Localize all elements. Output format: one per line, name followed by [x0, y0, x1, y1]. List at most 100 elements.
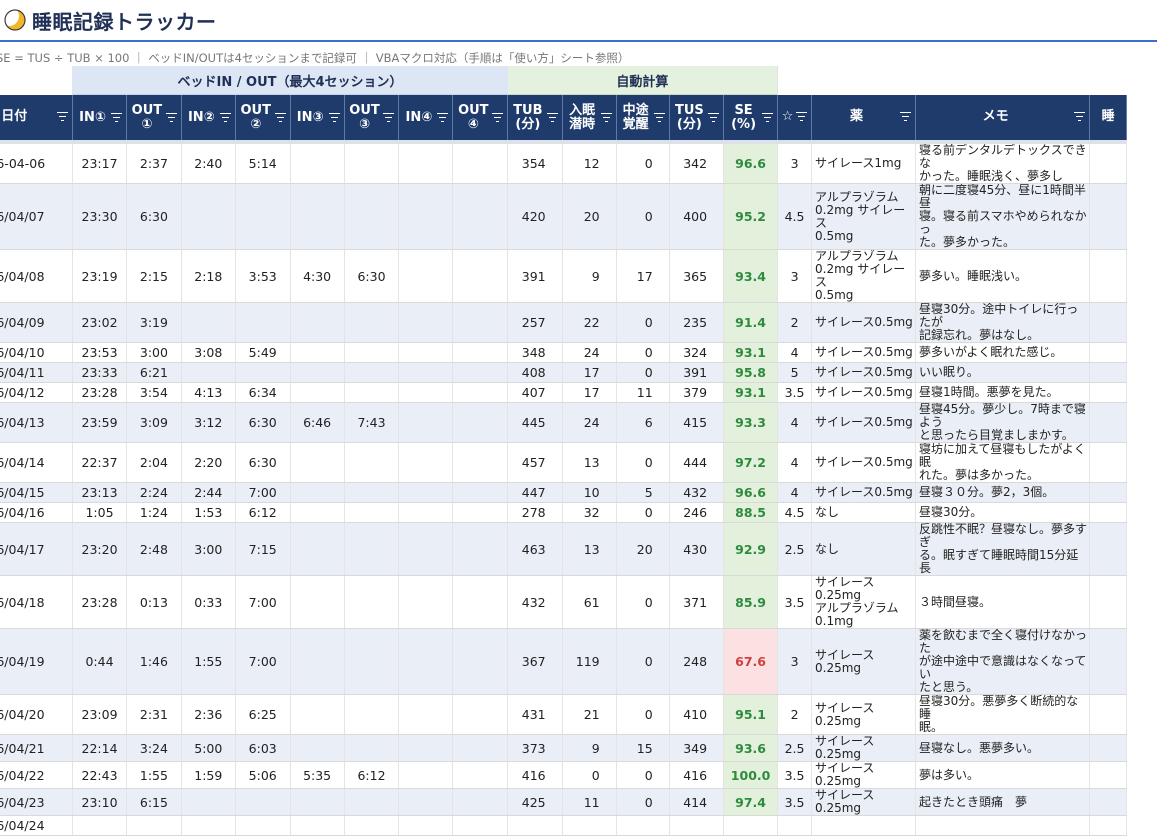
cell-in1[interactable]: 23:33	[72, 362, 128, 383]
column-header-date[interactable]: 日付	[0, 94, 73, 140]
cell-in3[interactable]	[290, 628, 345, 695]
cell-date[interactable]: 2026/04/17	[0, 522, 73, 576]
cell-in3[interactable]	[290, 788, 345, 816]
cell-memo[interactable]	[915, 815, 1091, 836]
cell-in4[interactable]	[398, 144, 454, 184]
cell-in3[interactable]	[290, 694, 345, 735]
cell-out2[interactable]: 5:49	[235, 342, 291, 363]
cell-in1[interactable]: 23:59	[72, 402, 128, 443]
cell-out2[interactable]: 6:34	[235, 382, 291, 403]
cell-out3[interactable]	[344, 628, 400, 695]
cell-in3[interactable]	[290, 183, 345, 250]
cell-drug[interactable]	[811, 815, 916, 836]
cell-se[interactable]: 85.9	[723, 575, 779, 629]
cell-tus[interactable]: 371	[669, 575, 725, 629]
cell-in3[interactable]	[290, 362, 345, 383]
cell-tus[interactable]: 349	[669, 734, 725, 762]
cell-out2[interactable]: 6:25	[235, 694, 291, 735]
cell-se[interactable]: 88.5	[723, 502, 779, 523]
cell-tub[interactable]: 463	[507, 522, 563, 576]
cell-latency[interactable]: 61	[562, 575, 617, 629]
cell-date[interactable]: 2026/04/15	[0, 482, 73, 503]
cell-extra[interactable]	[1089, 402, 1127, 443]
cell-in4[interactable]	[398, 382, 454, 403]
cell-memo[interactable]: 昼寝30分。途中トイレに行ったが 記録忘れ。夢はなし。	[915, 302, 1091, 343]
cell-out3[interactable]	[344, 575, 400, 629]
cell-extra[interactable]	[1089, 815, 1127, 836]
cell-in3[interactable]	[290, 442, 345, 483]
cell-in4[interactable]	[398, 628, 454, 695]
cell-in1[interactable]: 22:14	[72, 734, 128, 762]
cell-memo[interactable]: 昼寝30分。	[915, 502, 1091, 523]
cell-tus[interactable]: 391	[669, 362, 725, 383]
cell-memo[interactable]: いい眠り。	[915, 362, 1091, 383]
cell-in2[interactable]	[181, 302, 236, 343]
cell-tus[interactable]	[669, 815, 725, 836]
cell-date[interactable]: 2026/04/08	[0, 249, 73, 303]
cell-drug[interactable]: サイレース0.5mg	[811, 402, 916, 443]
cell-in3[interactable]	[290, 815, 345, 836]
cell-tub[interactable]: 354	[507, 144, 563, 184]
cell-star[interactable]: 4	[777, 482, 812, 503]
cell-latency[interactable]: 32	[562, 502, 617, 523]
cell-in4[interactable]	[398, 302, 454, 343]
cell-out3[interactable]	[344, 183, 400, 250]
cell-drug[interactable]: サイレース0.25mg アルプラゾラム 0.1mg	[811, 575, 916, 629]
cell-in2[interactable]: 2:18	[181, 249, 236, 303]
cell-drug[interactable]: サイレース0.5mg	[811, 362, 916, 383]
cell-date[interactable]: 2026/04/21	[0, 734, 73, 762]
cell-in1[interactable]: 23:28	[72, 382, 128, 403]
cell-out3[interactable]: 6:30	[344, 249, 400, 303]
filter-icon[interactable]	[219, 112, 231, 123]
cell-out3[interactable]	[344, 815, 400, 836]
cell-out2[interactable]: 6:12	[235, 502, 291, 523]
cell-tus[interactable]: 400	[669, 183, 725, 250]
cell-out4[interactable]	[452, 442, 509, 483]
cell-out3[interactable]	[344, 382, 400, 403]
cell-out1[interactable]: 1:46	[126, 628, 182, 695]
cell-out1[interactable]: 1:55	[126, 761, 182, 789]
cell-waso[interactable]: 0	[616, 342, 670, 363]
cell-waso[interactable]: 0	[616, 761, 670, 789]
cell-in3[interactable]: 4:30	[290, 249, 345, 303]
cell-out4[interactable]	[452, 628, 509, 695]
cell-extra[interactable]	[1089, 734, 1127, 762]
cell-out2[interactable]	[235, 815, 291, 836]
cell-date[interactable]: 2026/04/14	[0, 442, 73, 483]
cell-in1[interactable]: 22:37	[72, 442, 128, 483]
cell-waso[interactable]: 11	[616, 382, 670, 403]
cell-extra[interactable]	[1089, 761, 1127, 789]
cell-extra[interactable]	[1089, 788, 1127, 816]
cell-out2[interactable]	[235, 362, 291, 383]
column-header-in2[interactable]: IN②	[181, 94, 236, 140]
cell-out1[interactable]: 2:31	[126, 694, 182, 735]
cell-in1[interactable]: 23:13	[72, 482, 128, 503]
cell-memo[interactable]: 寝坊に加えて昼寝もしたがよく眠 れた。夢は多かった。	[915, 442, 1091, 483]
cell-tus[interactable]: 248	[669, 628, 725, 695]
cell-latency[interactable]: 21	[562, 694, 617, 735]
cell-star[interactable]: 3.5	[777, 761, 812, 789]
cell-se[interactable]: 93.1	[723, 342, 779, 363]
cell-out2[interactable]	[235, 183, 291, 250]
cell-drug[interactable]: なし	[811, 502, 916, 523]
cell-latency[interactable]: 24	[562, 342, 617, 363]
cell-out4[interactable]	[452, 694, 509, 735]
cell-waso[interactable]: 0	[616, 442, 670, 483]
cell-in4[interactable]	[398, 402, 454, 443]
cell-in4[interactable]	[398, 249, 454, 303]
cell-out3[interactable]	[344, 788, 400, 816]
cell-date[interactable]: 2026/04/16	[0, 502, 73, 523]
cell-in4[interactable]	[398, 734, 454, 762]
cell-extra[interactable]	[1089, 628, 1127, 695]
cell-se[interactable]: 91.4	[723, 302, 779, 343]
cell-drug[interactable]: サイレース0.5mg	[811, 442, 916, 483]
column-header-waso[interactable]: 中途 覚醒	[616, 94, 670, 140]
cell-waso[interactable]: 0	[616, 694, 670, 735]
cell-latency[interactable]: 17	[562, 382, 617, 403]
cell-out2[interactable]: 3:53	[235, 249, 291, 303]
cell-out3[interactable]	[344, 342, 400, 363]
cell-out2[interactable]	[235, 788, 291, 816]
cell-waso[interactable]: 0	[616, 575, 670, 629]
cell-date[interactable]: 2026/04/09	[0, 302, 73, 343]
cell-out1[interactable]: 3:00	[126, 342, 182, 363]
